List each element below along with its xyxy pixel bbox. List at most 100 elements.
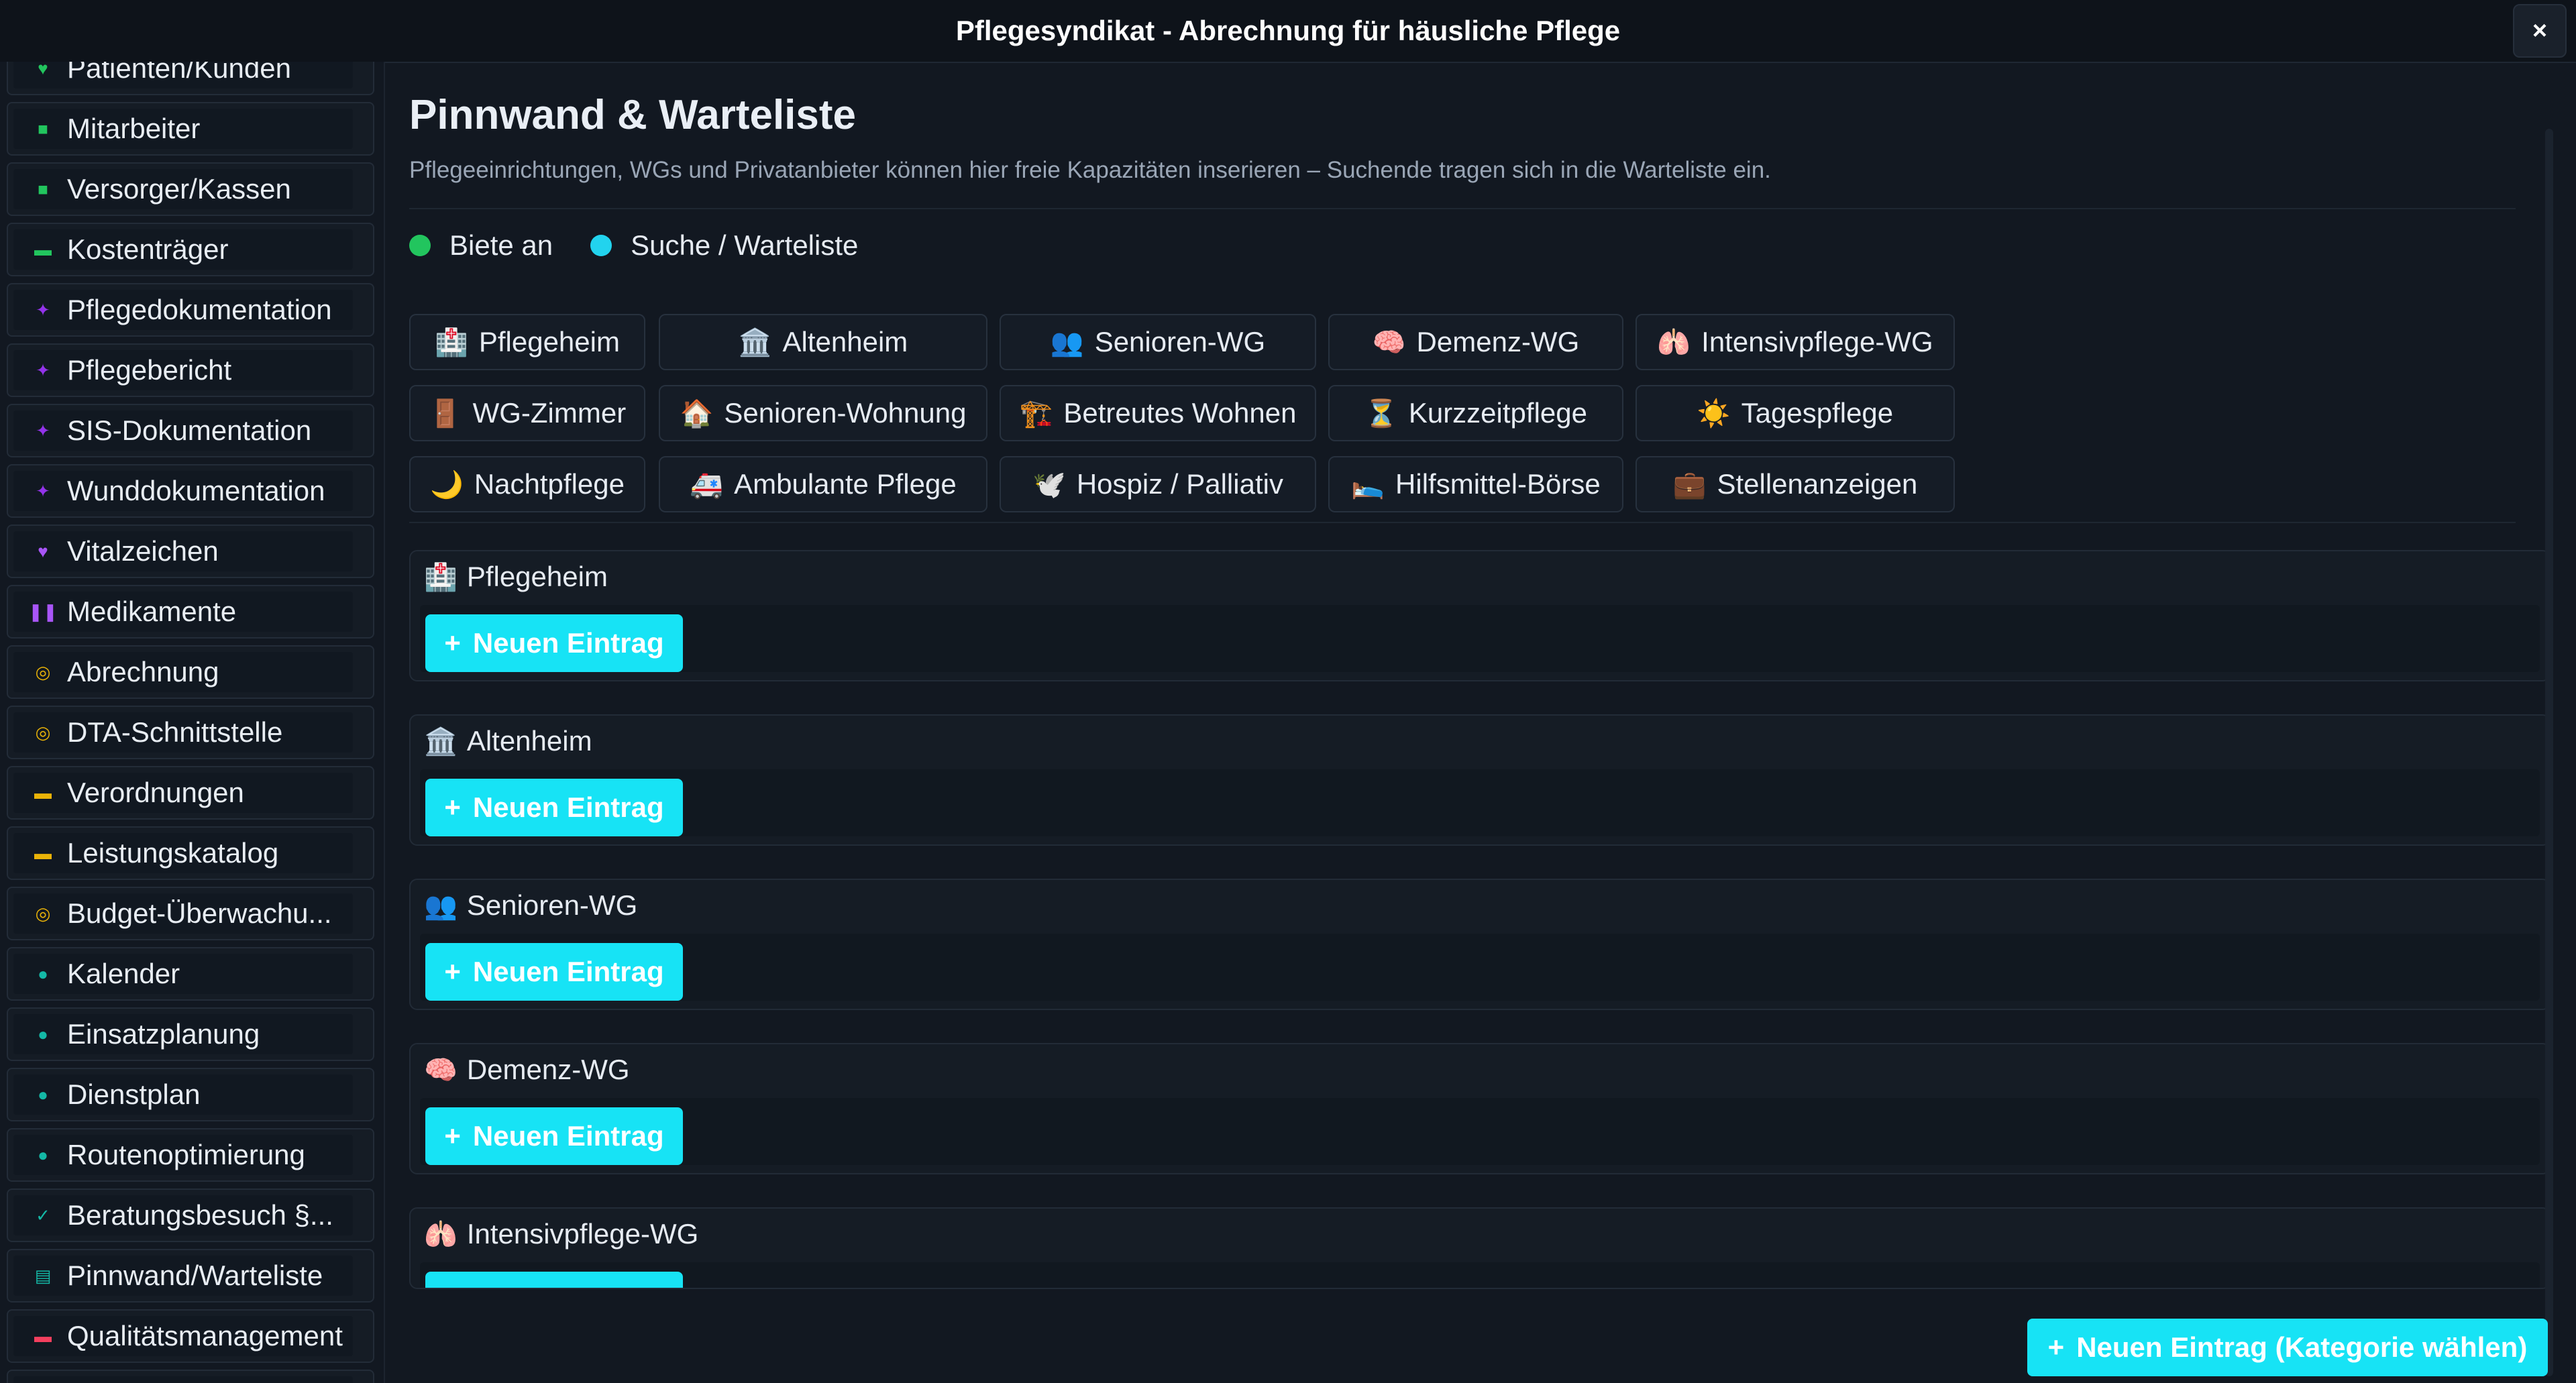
category-section: 🏛️ Altenheim + Neuen Eintrag xyxy=(409,714,2551,846)
sidebar-item[interactable]: ▬ Kostenträger xyxy=(7,223,374,276)
category-chip[interactable]: 🧠 Demenz-WG xyxy=(1328,314,1623,370)
sidebar-item[interactable]: ● Einsatzplanung xyxy=(7,1007,374,1061)
category-icon: 🕊️ xyxy=(1032,469,1066,500)
sidebar-item[interactable]: ✦ Wunddokumentation xyxy=(7,464,374,518)
section-icon: 🫁 xyxy=(424,1219,458,1250)
section-icon: 🏥 xyxy=(424,562,458,592)
category-chip[interactable]: 🕊️ Hospiz / Palliativ xyxy=(1000,456,1316,512)
sidebar-item[interactable]: ▬ Qualitätsmanagement xyxy=(7,1309,374,1363)
sidebar-item-label: Vitalzeichen xyxy=(67,535,219,567)
category-chip-label: Tagespflege xyxy=(1741,397,1894,429)
sidebar-item[interactable] xyxy=(7,1370,374,1383)
sidebar-item[interactable]: ✦ SIS-Dokumentation xyxy=(7,404,374,457)
category-chip-label: Ambulante Pflege xyxy=(734,468,957,500)
close-icon: × xyxy=(2532,16,2548,45)
add-entry-button[interactable]: + Neuen Eintrag xyxy=(425,943,683,1001)
category-chip-label: Altenheim xyxy=(782,326,908,357)
category-chip[interactable]: 🌙 Nachtpflege xyxy=(409,456,645,512)
sidebar-item[interactable]: ■ Mitarbeiter xyxy=(7,102,374,156)
fab-label: Neuen Eintrag (Kategorie wählen) xyxy=(2076,1331,2528,1363)
section-icon: 🏛️ xyxy=(424,726,458,757)
sidebar: ♥ Patienten/Kunden ■ Mitarbeiter ■ Versorger/… xyxy=(0,62,385,1383)
divider xyxy=(409,522,2516,523)
sidebar-item[interactable]: ✦ Pflegebericht xyxy=(7,343,374,397)
add-entry-label: Neuen Eintrag xyxy=(473,1284,664,1288)
sidebar-item[interactable]: ❚❚ Medikamente xyxy=(7,585,374,639)
search-dot-icon xyxy=(590,235,612,256)
sidebar-item-label: Verordnungen xyxy=(67,777,244,808)
offer-dot-icon xyxy=(409,235,431,256)
sidebar-item[interactable]: ◎ Budget-Überwachu... xyxy=(7,887,374,940)
puzzle-icon: ✦ xyxy=(36,359,50,380)
sidebar-item[interactable]: ● Kalender xyxy=(7,947,374,1001)
plus-icon: + xyxy=(444,1120,461,1152)
sidebar-item-label: Beratungsbesuch §... xyxy=(67,1199,333,1231)
category-chip-label: Senioren-WG xyxy=(1094,326,1266,357)
section-header: 🫁 Intensivpflege-WG xyxy=(424,1218,698,1250)
section-header: 🏥 Pflegeheim xyxy=(424,561,608,593)
close-button[interactable]: × xyxy=(2513,4,2567,58)
add-entry-button[interactable]: + Neuen Eintrag xyxy=(425,614,683,672)
sidebar-item[interactable]: ● Dienstplan xyxy=(7,1068,374,1121)
category-chip-label: Pflegeheim xyxy=(478,326,620,357)
category-chip[interactable]: 🏥 Pflegeheim xyxy=(409,314,645,370)
scrollbar[interactable] xyxy=(2545,129,2553,1376)
category-chip[interactable]: ☀️ Tagespflege xyxy=(1635,385,1955,441)
sidebar-nav: ♥ Patienten/Kunden ■ Mitarbeiter ■ Versorger/… xyxy=(7,62,374,1383)
plus-icon: + xyxy=(444,627,461,659)
category-chip[interactable]: 💼 Stellenanzeigen xyxy=(1635,456,1955,512)
section-title: Altenheim xyxy=(466,725,592,757)
add-entry-choose-category-button[interactable]: + Neuen Eintrag (Kategorie wählen) xyxy=(2027,1319,2548,1376)
sidebar-item[interactable]: ✓ Beratungsbesuch §... xyxy=(7,1188,374,1242)
category-icon: ⏳ xyxy=(1364,398,1398,429)
sidebar-item-label: Kalender xyxy=(67,958,180,989)
heart-icon: ♥ xyxy=(38,541,48,561)
section-body xyxy=(420,1262,2540,1288)
plus-icon: + xyxy=(2047,1331,2065,1363)
category-chip[interactable]: 🫁 Intensivpflege-WG xyxy=(1635,314,1955,370)
main-content: Pinnwand & Warteliste Pflegeeinrichtunge… xyxy=(384,62,2557,1383)
plus-icon: + xyxy=(444,1284,461,1288)
add-entry-button[interactable]: + Neuen Eintrag xyxy=(425,1107,683,1165)
sidebar-item[interactable]: ▬ Leistungskatalog xyxy=(7,826,374,880)
category-chip[interactable]: ⏳ Kurzzeitpflege xyxy=(1328,385,1623,441)
sidebar-item[interactable]: ■ Versorger/Kassen xyxy=(7,162,374,216)
sidebar-item[interactable]: ● Routenoptimierung xyxy=(7,1128,374,1182)
add-entry-button[interactable]: + Neuen Eintrag xyxy=(425,779,683,836)
category-chip[interactable]: 👥 Senioren-WG xyxy=(1000,314,1316,370)
pin-icon: ● xyxy=(38,1084,48,1105)
sidebar-item-label: SIS-Dokumentation xyxy=(67,414,312,446)
sidebar-item[interactable]: ♥ Vitalzeichen xyxy=(7,524,374,578)
category-chip[interactable]: 🏗️ Betreutes Wohnen xyxy=(1000,385,1316,441)
category-chip[interactable]: 🛌 Hilfsmittel-Börse xyxy=(1328,456,1623,512)
add-entry-button[interactable]: + Neuen Eintrag xyxy=(425,1272,683,1288)
section-icon: 👥 xyxy=(424,891,458,921)
title-bar: Pflegesyndikat - Abrechnung für häuslich… xyxy=(0,0,2576,63)
sidebar-item[interactable]: ◎ DTA-Schnittstelle xyxy=(7,706,374,759)
board-icon: ▤ xyxy=(34,1265,52,1286)
sidebar-item-bg xyxy=(13,1376,353,1383)
plus-icon: + xyxy=(444,956,461,987)
sidebar-item[interactable]: ▤ Pinnwand/Warteliste xyxy=(7,1249,374,1303)
category-icon: 🏛️ xyxy=(738,327,772,357)
category-chip-label: Intensivpflege-WG xyxy=(1701,326,1933,357)
sidebar-item[interactable]: ◎ Abrechnung xyxy=(7,645,374,699)
category-section: 👥 Senioren-WG + Neuen Eintrag xyxy=(409,879,2551,1010)
category-chip-label: Hospiz / Palliativ xyxy=(1076,468,1283,500)
page-description: Pflegeeinrichtungen, WGs und Privatanbie… xyxy=(409,157,1771,183)
check-icon: ✓ xyxy=(36,1205,50,1225)
category-chip[interactable]: 🚪 WG-Zimmer xyxy=(409,385,645,441)
category-section: 🧠 Demenz-WG + Neuen Eintrag xyxy=(409,1043,2551,1174)
category-chip[interactable]: 🚑 Ambulante Pflege xyxy=(659,456,987,512)
section-body xyxy=(420,934,2540,1001)
category-icon: 🏥 xyxy=(435,327,468,357)
category-chip[interactable]: 🏛️ Altenheim xyxy=(659,314,987,370)
sidebar-item[interactable]: ▬ Verordnungen xyxy=(7,766,374,820)
sidebar-item[interactable]: ♥ Patienten/Kunden xyxy=(7,62,374,95)
sidebar-item-label: Budget-Überwachu... xyxy=(67,897,332,929)
category-chip[interactable]: 🏠 Senioren-Wohnung xyxy=(659,385,987,441)
sidebar-item-bg xyxy=(13,954,353,994)
sidebar-item-label: Qualitätsmanagement xyxy=(67,1320,343,1351)
category-icon: 🚑 xyxy=(690,469,724,500)
sidebar-item[interactable]: ✦ Pflegedokumentation xyxy=(7,283,374,337)
